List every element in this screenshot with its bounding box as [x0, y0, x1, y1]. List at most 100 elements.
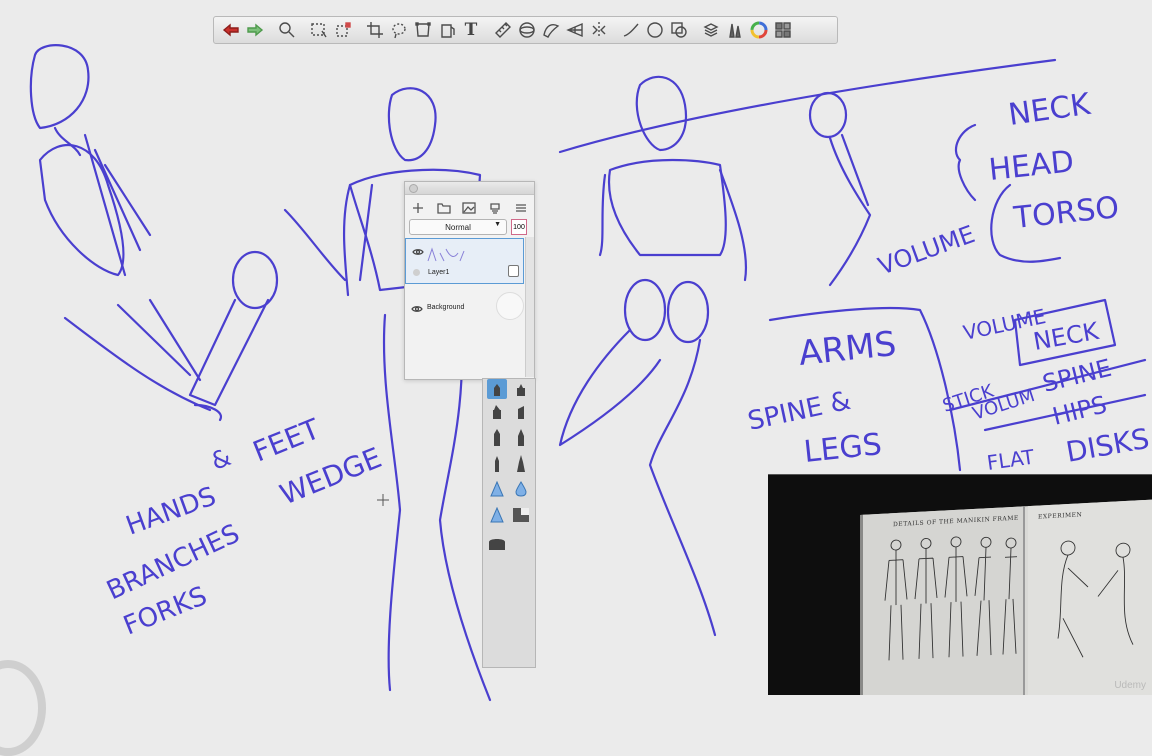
blend-mode-value: Normal	[445, 222, 471, 232]
french-curve-icon[interactable]	[540, 19, 562, 41]
layer-row-layer1[interactable]: Layer1	[405, 238, 533, 284]
sketch-hip-right	[666, 280, 710, 344]
label-hips: HIPS	[1050, 390, 1110, 430]
label-feet: FEET	[248, 412, 325, 469]
select-icon[interactable]	[308, 19, 330, 41]
color-wheel-icon[interactable]	[748, 19, 770, 41]
add-layer-icon[interactable]	[411, 201, 425, 215]
layer-row-background[interactable]: Background	[405, 286, 534, 330]
layer-name: Background	[427, 304, 465, 311]
undo-icon[interactable]	[220, 19, 242, 41]
opacity-field[interactable]: 100	[511, 219, 527, 235]
chevron-down-icon: ▼	[494, 221, 501, 228]
merge-icon[interactable]	[488, 201, 502, 215]
crosshair-cursor-icon	[377, 493, 389, 511]
ballpoint-icon[interactable]	[487, 453, 507, 473]
page-title-right: EXPERIMEN	[1038, 511, 1083, 521]
layer-name: Layer1	[428, 269, 450, 276]
close-icon[interactable]	[409, 184, 418, 193]
sketch-wedge	[193, 403, 223, 422]
lasso-icon[interactable]	[388, 19, 410, 41]
folder-icon[interactable]	[437, 201, 451, 215]
blend-mode-select[interactable]: Normal ▼	[409, 219, 507, 235]
label-torso: TORSO	[1011, 190, 1121, 236]
visibility-eye-icon[interactable]	[411, 300, 423, 318]
image-icon[interactable]	[462, 201, 477, 215]
smudge-icon[interactable]	[487, 479, 507, 499]
layers-panel-icon[interactable]	[700, 19, 722, 41]
figure-sketches	[1038, 523, 1152, 684]
background-thumbnail	[496, 292, 524, 320]
blend-row: Normal ▼ 100	[409, 218, 530, 236]
redo-icon[interactable]	[244, 19, 266, 41]
brush-library-icon[interactable]	[724, 19, 746, 41]
label-legs: LEGS	[802, 427, 883, 470]
sketch-horizon	[558, 58, 1057, 154]
label-disks: DISKS	[1063, 422, 1151, 469]
sketch-torso-1	[38, 144, 125, 277]
brush-pen-icon[interactable]	[511, 453, 531, 473]
label-neck: NECK	[1006, 87, 1093, 133]
brush-palette	[482, 378, 536, 668]
page-title-left: DETAILS OF THE MANIKIN FRAME	[893, 514, 1019, 529]
sketch-hatch-1	[83, 133, 152, 277]
sketch-arm-2	[283, 183, 374, 297]
manikin-figures	[881, 529, 1021, 691]
sketch-head-3	[635, 75, 688, 152]
label-spine: SPINE &	[745, 386, 853, 437]
zoom-icon[interactable]	[276, 19, 298, 41]
text-icon[interactable]: T	[460, 19, 482, 41]
distort-icon[interactable]	[412, 19, 434, 41]
panel-scrollbar[interactable]	[525, 237, 534, 377]
crop-icon[interactable]	[364, 19, 386, 41]
book-page-right: EXPERIMEN	[1028, 499, 1152, 695]
sketch-head-1	[29, 44, 90, 130]
sketch-arm-line	[63, 298, 212, 412]
menu-icon[interactable]	[514, 201, 528, 215]
layer-editor-panel: Normal ▼ 100 Layer1 Background	[404, 181, 535, 380]
felt-pen-icon[interactable]	[511, 401, 531, 421]
label-flat: FLAT	[985, 444, 1036, 474]
palette-icon[interactable]	[772, 19, 794, 41]
blur-icon[interactable]	[487, 505, 507, 525]
main-toolbar: T	[213, 16, 838, 44]
webcam-overlay: DETAILS OF THE MANIKIN FRAME EXPERIMEN U…	[768, 474, 1152, 695]
book-page-left: DETAILS OF THE MANIKIN FRAME	[863, 506, 1025, 695]
ruler-icon[interactable]	[492, 19, 514, 41]
airbrush-icon[interactable]	[487, 379, 507, 399]
sketch-neck-1	[53, 126, 82, 157]
sketch-brace	[954, 123, 977, 202]
label-volume-1: VOLUME	[874, 220, 978, 281]
chisel-marker-icon[interactable]	[487, 401, 507, 421]
layer-dot	[413, 269, 420, 276]
lock-icon[interactable]	[508, 265, 519, 277]
sketch-arms-3	[598, 168, 747, 282]
sketch-torso-3	[607, 158, 727, 257]
sketch-hip-left	[623, 278, 667, 342]
panel-titlebar[interactable]	[405, 182, 534, 195]
ellipse-guide-icon[interactable]	[516, 19, 538, 41]
symmetry-icon[interactable]	[588, 19, 610, 41]
watermark: Udemy	[1114, 680, 1146, 691]
label-arms: ARMS	[797, 324, 898, 374]
pencil-icon[interactable]	[487, 427, 507, 447]
layer-tools	[405, 198, 534, 218]
ink-pen-icon[interactable]	[511, 427, 531, 447]
sketch-arm-4	[828, 133, 872, 287]
shape-icon[interactable]	[644, 19, 666, 41]
stroke-icon[interactable]	[620, 19, 642, 41]
fill-icon[interactable]	[436, 19, 458, 41]
marker-icon[interactable]	[511, 379, 531, 399]
perspective-icon[interactable]	[564, 19, 586, 41]
eraser-icon[interactable]	[487, 533, 507, 553]
water-drop-icon[interactable]	[511, 479, 531, 499]
sketch-cone	[188, 298, 270, 407]
sketch-head-2	[387, 87, 437, 162]
sketch-head-4	[808, 91, 848, 139]
sketch-legs-3	[558, 328, 717, 637]
transform-icon[interactable]	[332, 19, 354, 41]
copy-paste-icon[interactable]	[668, 19, 690, 41]
gradient-icon[interactable]	[511, 505, 531, 525]
label-amp: &	[207, 443, 234, 476]
visibility-eye-icon[interactable]	[412, 243, 424, 261]
